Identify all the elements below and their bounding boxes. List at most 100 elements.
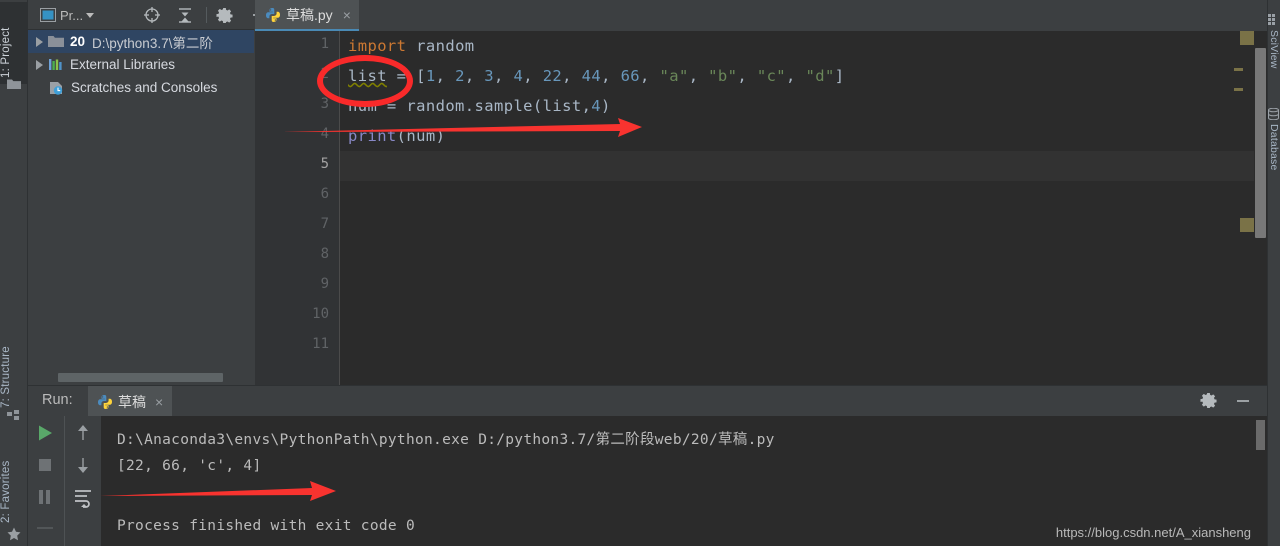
tab-title: 草稿.py — [286, 6, 333, 23]
project-tree[interactable]: 20 D:\python3.7\第二阶 External Libraries S… — [28, 30, 254, 378]
python-file-icon — [266, 7, 280, 22]
expand-triangle-icon[interactable] — [36, 36, 43, 47]
token-number: 44 — [581, 67, 602, 85]
console-scrollbar-thumb[interactable] — [1256, 420, 1265, 450]
collapse-all-icon — [179, 8, 191, 23]
soft-wrap-icon — [75, 490, 91, 508]
stop-button[interactable] — [34, 454, 60, 480]
sidebar-item-sciview[interactable]: SciView — [1267, 30, 1280, 90]
editor-area: 草稿.py × 1 2 3 4 5 6 7 8 9 10 11 import r… — [255, 0, 1267, 385]
run-tab-title: 草稿 — [118, 393, 146, 410]
run-header: Run: 草稿 × — [28, 385, 1267, 417]
console-line: D:\Anaconda3\envs\PythonPath\python.exe … — [117, 432, 775, 448]
token-text: , — [640, 67, 660, 85]
run-settings-button[interactable] — [1200, 392, 1217, 414]
sidebar-item-database-label: Database — [1268, 124, 1280, 171]
console-line: Process finished with exit code 0 — [117, 518, 415, 534]
library-icon — [49, 59, 62, 70]
tree-item-name: Scratches and Consoles — [71, 80, 218, 95]
error-stripe-marker[interactable] — [1240, 218, 1254, 232]
scrollbar-thumb[interactable] — [1255, 48, 1266, 238]
run-title: Run: — [42, 392, 73, 408]
scrollbar-thumb[interactable] — [58, 373, 223, 382]
sidebar-item-project[interactable]: 1: Project — [0, 2, 28, 84]
token-number: 3 — [484, 67, 495, 85]
collapse-all-button[interactable] — [176, 0, 194, 30]
grid-icon — [1268, 14, 1275, 25]
token-text: , — [464, 67, 485, 85]
python-run-icon — [98, 394, 112, 409]
token-string: "b" — [708, 67, 738, 85]
token-text: , — [737, 67, 757, 85]
token-text: random — [406, 37, 475, 55]
gear-icon — [1200, 392, 1217, 409]
line-number: 7 — [320, 216, 329, 232]
project-view-icon — [40, 8, 56, 22]
token-builtin-print: print — [348, 127, 397, 145]
rerun-button[interactable] — [34, 422, 60, 448]
editor-tabbar: 草稿.py × — [255, 0, 1267, 31]
structure-icon — [7, 410, 19, 420]
scroll-from-source-button[interactable] — [143, 0, 161, 30]
token-string: "c" — [756, 67, 787, 85]
toolbar-divider — [64, 416, 65, 546]
down-stacktrace-button[interactable] — [72, 454, 98, 480]
tree-item-name: External Libraries — [70, 57, 176, 72]
tab-caogao-py[interactable]: 草稿.py × — [255, 0, 359, 31]
minimize-icon — [1237, 400, 1249, 402]
sidebar-item-project-label: 1: Project — [0, 27, 12, 78]
token-text: ) — [601, 97, 611, 115]
annotation-ellipse-list-variable — [317, 55, 413, 107]
token-text: , — [562, 67, 582, 85]
run-tab-caogao[interactable]: 草稿 × — [88, 386, 173, 417]
soft-wrap-button[interactable] — [72, 486, 98, 512]
project-horizontal-scrollbar[interactable] — [28, 373, 254, 382]
token-text: [ — [416, 67, 426, 85]
code-editor[interactable]: import random list = [1, 2, 3, 4, 22, 44… — [340, 31, 1267, 385]
editor-scrollbar[interactable] — [1254, 31, 1267, 385]
pause-button[interactable] — [34, 486, 60, 512]
pycharm-window: 1: Project 7: Structure 2: Favorites Pr.… — [0, 0, 1280, 546]
tree-row[interactable]: External Libraries — [28, 53, 254, 76]
line-number: 10 — [312, 306, 329, 322]
close-icon[interactable]: × — [155, 394, 163, 410]
tree-item-path: D:\python3.7\第二阶 — [92, 35, 213, 51]
token-text: , — [523, 67, 543, 85]
run-hide-button[interactable] — [1234, 392, 1252, 415]
token-string: "a" — [659, 67, 689, 85]
expand-triangle-icon[interactable] — [36, 59, 43, 70]
project-view-selector-label: Pr... — [60, 7, 84, 23]
sidebar-item-structure-label: 7: Structure — [0, 346, 12, 408]
code-line-4[interactable]: print (num) — [348, 121, 445, 151]
folder-icon — [7, 79, 21, 89]
close-icon[interactable]: × — [343, 7, 351, 23]
token-text: , — [494, 67, 514, 85]
dash-icon — [37, 527, 53, 529]
scratches-icon — [50, 81, 63, 95]
sidebar-item-favorites-label: 2: Favorites — [0, 460, 12, 523]
token-string: "d" — [805, 67, 835, 85]
more-actions-button[interactable] — [34, 520, 60, 546]
left-tool-window-strip: 1: Project 7: Structure 2: Favorites — [0, 0, 28, 546]
sidebar-item-structure[interactable]: 7: Structure — [0, 330, 28, 408]
toolbar-divider — [206, 7, 207, 23]
token-number: 4 — [513, 67, 524, 85]
project-settings-button[interactable] — [216, 0, 233, 30]
code-line-2[interactable]: list = [1, 2, 3, 4, 22, 44, 66, "a", "b"… — [348, 61, 844, 91]
folder-icon — [48, 36, 64, 47]
project-view-selector[interactable]: Pr... — [40, 0, 95, 30]
line-number: 4 — [320, 126, 329, 142]
token-text: (num) — [396, 127, 446, 145]
line-number: 6 — [320, 186, 329, 202]
error-stripe-marker[interactable] — [1240, 31, 1254, 45]
tree-row[interactable]: Scratches and Consoles — [28, 76, 254, 99]
sidebar-item-favorites[interactable]: 2: Favorites — [0, 443, 28, 523]
arrow-up-icon — [78, 425, 88, 440]
line-number: 11 — [312, 336, 329, 352]
token-text: , — [601, 67, 621, 85]
sidebar-item-database[interactable]: Database — [1267, 124, 1280, 190]
tree-row[interactable]: 20 D:\python3.7\第二阶 — [28, 30, 254, 53]
run-console-output[interactable]: D:\Anaconda3\envs\PythonPath\python.exe … — [101, 416, 1267, 546]
token-number: 1 — [425, 67, 436, 85]
up-stacktrace-button[interactable] — [72, 422, 98, 448]
